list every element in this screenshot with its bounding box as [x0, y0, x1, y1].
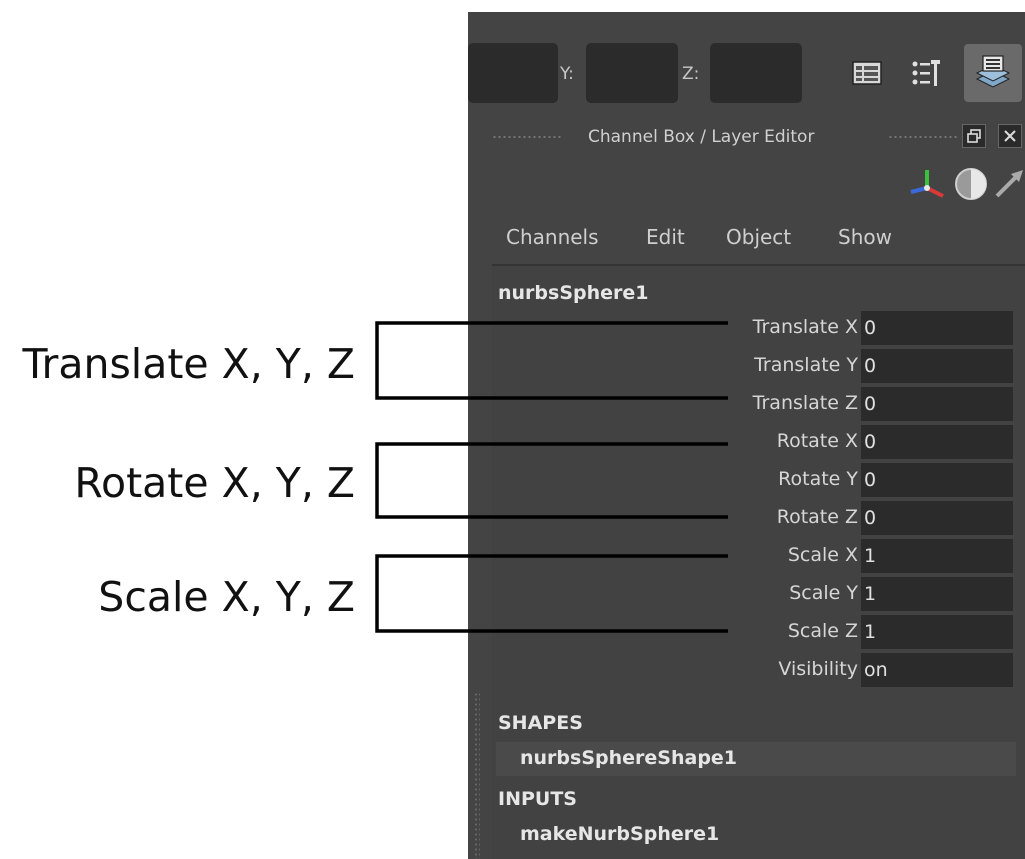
shape-node-item[interactable]: nurbsSphereShape1: [496, 742, 1016, 776]
y-coordinate-field[interactable]: [586, 43, 678, 103]
channel-box-layer-editor-icon[interactable]: [964, 44, 1022, 102]
channel-box-panel: Y: Z: Channel Box / Layer Editor Channel…: [468, 12, 1025, 859]
panel-resize-grip[interactable]: [474, 692, 480, 859]
drag-handle-left[interactable]: [492, 135, 562, 139]
speed-tangent-icon[interactable]: [953, 166, 989, 202]
shape-node-name[interactable]: nurbsSphereShape1: [520, 747, 737, 769]
panel-title-bar[interactable]: Channel Box / Layer Editor: [468, 117, 1025, 157]
channel-value-field[interactable]: 1: [861, 577, 1013, 611]
channel-label[interactable]: Scale Y: [789, 582, 858, 604]
node-name[interactable]: nurbsSphere1: [498, 282, 649, 304]
manipulator-axes-icon[interactable]: [907, 166, 947, 202]
channel-list: nurbsSphere1 Translate X 0 Translate Y 0…: [492, 264, 1025, 859]
channel-row-translate-x[interactable]: Translate X 0: [496, 310, 1016, 346]
channel-label[interactable]: Translate Y: [754, 354, 858, 376]
channel-row-visibility[interactable]: Visibility on: [496, 652, 1016, 688]
tool-settings-icon[interactable]: [902, 50, 948, 96]
x-coordinate-field[interactable]: [468, 43, 558, 103]
channel-row-translate-z[interactable]: Translate Z 0: [496, 386, 1016, 422]
inputs-section-heading: INPUTS: [498, 788, 577, 810]
channel-row-translate-y[interactable]: Translate Y 0: [496, 348, 1016, 384]
channel-value-field[interactable]: 0: [861, 311, 1013, 345]
float-window-icon: [967, 129, 981, 143]
input-node-item[interactable]: makeNurbSphere1: [496, 818, 1016, 852]
callout-scale-label: Scale X, Y, Z: [98, 573, 355, 621]
channel-box-icon-row: [865, 162, 1025, 206]
z-coordinate-field[interactable]: [710, 43, 802, 103]
channel-value-field[interactable]: 0: [861, 425, 1013, 459]
channel-row-scale-z[interactable]: Scale Z 1: [496, 614, 1016, 650]
channel-value-field[interactable]: 1: [861, 539, 1013, 573]
channel-value-field[interactable]: on: [861, 653, 1013, 687]
channel-box-menu-bar: Channels Edit Object Show: [468, 217, 1025, 257]
close-icon: [1004, 130, 1016, 142]
y-coordinate-label: Y:: [560, 64, 574, 84]
channel-label[interactable]: Translate X: [753, 316, 858, 338]
shapes-section-heading: SHAPES: [498, 712, 583, 734]
channel-label[interactable]: Rotate X: [777, 430, 858, 452]
channel-value-field[interactable]: 0: [861, 387, 1013, 421]
channel-value-field[interactable]: 1: [861, 615, 1013, 649]
menu-edit[interactable]: Edit: [646, 225, 685, 249]
channel-label[interactable]: Translate Z: [753, 392, 858, 414]
channel-row-rotate-x[interactable]: Rotate X 0: [496, 424, 1016, 460]
channel-value-field[interactable]: 0: [861, 349, 1013, 383]
toolbar: Y: Z:: [468, 12, 1025, 113]
menu-object[interactable]: Object: [726, 225, 791, 249]
menu-channels[interactable]: Channels: [506, 225, 599, 249]
channel-value-field[interactable]: 0: [861, 463, 1013, 497]
channel-row-rotate-y[interactable]: Rotate Y 0: [496, 462, 1016, 498]
channel-row-scale-y[interactable]: Scale Y 1: [496, 576, 1016, 612]
panel-title: Channel Box / Layer Editor: [588, 127, 815, 147]
channel-label[interactable]: Rotate Z: [777, 506, 858, 528]
drag-handle-right[interactable]: [888, 135, 958, 139]
z-coordinate-label: Z:: [682, 64, 700, 84]
channel-label[interactable]: Scale X: [788, 544, 858, 566]
input-node-name[interactable]: makeNurbSphere1: [520, 823, 719, 845]
channel-value-field[interactable]: 0: [861, 501, 1013, 535]
callout-translate-label: Translate X, Y, Z: [22, 340, 355, 388]
channel-label[interactable]: Visibility: [778, 658, 858, 680]
channel-row-rotate-z[interactable]: Rotate Z 0: [496, 500, 1016, 536]
menu-show[interactable]: Show: [838, 225, 892, 249]
close-window-button[interactable]: [998, 124, 1022, 148]
channel-label[interactable]: Scale Z: [788, 620, 858, 642]
hyper-arrow-icon[interactable]: [991, 166, 1025, 202]
channel-row-scale-x[interactable]: Scale X 1: [496, 538, 1016, 574]
float-window-button[interactable]: [962, 124, 986, 148]
channel-label[interactable]: Rotate Y: [778, 468, 858, 490]
callout-rotate-label: Rotate X, Y, Z: [74, 459, 355, 507]
attribute-editor-icon[interactable]: [844, 50, 890, 96]
